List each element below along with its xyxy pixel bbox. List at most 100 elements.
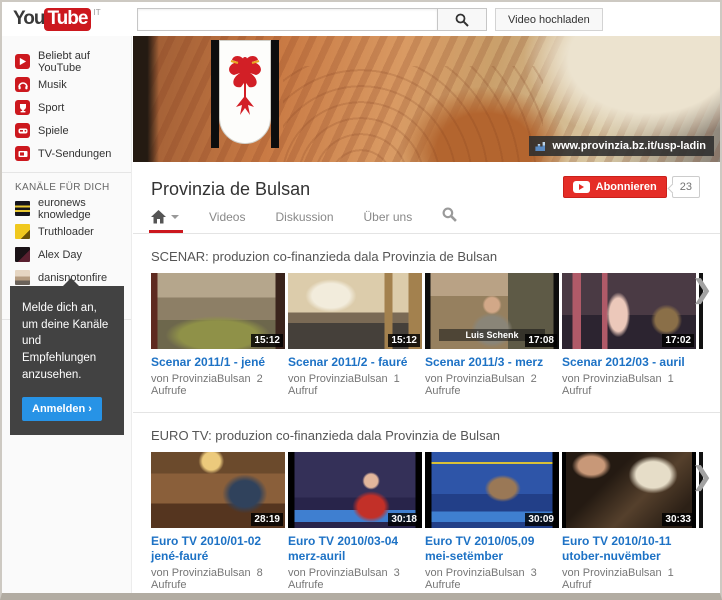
banner-website-link[interactable]: www.provinzia.bz.it/usp-ladin bbox=[529, 136, 714, 156]
sidebar-channel-alexday[interactable]: Alex Day bbox=[2, 243, 131, 266]
banner-link-text: www.provinzia.bz.it/usp-ladin bbox=[552, 140, 706, 152]
duration-badge: 17:02 bbox=[662, 334, 694, 347]
section-scenar: SCENAR: produzion co-finanzieda dala Pro… bbox=[133, 234, 720, 413]
video-title-link[interactable]: Euro TV 2010/01-02 jené-fauré bbox=[151, 534, 285, 564]
duration-badge: 30:18 bbox=[388, 513, 420, 526]
search-button[interactable] bbox=[437, 8, 487, 31]
subscribe-button[interactable]: Abonnieren bbox=[563, 176, 667, 198]
video-author-link[interactable]: von ProvinziaBulsan bbox=[288, 567, 388, 579]
video-thumbnail[interactable]: 17:02 bbox=[562, 273, 696, 349]
video-row: 28:19 Euro TV 2010/01-02 jené-fauré von … bbox=[151, 452, 720, 591]
video-author-link[interactable]: von ProvinziaBulsan bbox=[288, 373, 388, 385]
main-content: www.provinzia.bz.it/usp-ladin Provinzia … bbox=[133, 36, 720, 593]
video-row: 15:12 Scenar 2011/1 - jené von Provinzia… bbox=[151, 273, 720, 397]
video-thumbnail[interactable]: 30:18 bbox=[288, 452, 422, 528]
tyrol-eagle-shield bbox=[219, 40, 271, 144]
video-byline: von ProvinziaBulsan1 Aufruf bbox=[562, 373, 696, 397]
video-card: 17:02 Scenar 2012/03 - auril von Provinz… bbox=[562, 273, 696, 397]
video-title-link[interactable]: Euro TV 2010/10-11 utober-nuvëmber bbox=[562, 534, 696, 564]
video-card: 30:09 Euro TV 2010/05,09 mei-setëmber vo… bbox=[425, 452, 559, 591]
chevron-down-icon bbox=[171, 215, 179, 219]
video-title-link[interactable]: Scenar 2012/03 - auril bbox=[562, 355, 696, 370]
video-thumbnail[interactable]: Luis Schenk 17:08 bbox=[425, 273, 559, 349]
carousel-next-button[interactable]: ❯ bbox=[691, 463, 713, 493]
sidebar-item-label: Musik bbox=[38, 79, 67, 91]
channel-search-button[interactable] bbox=[442, 207, 457, 236]
duration-badge: 30:33 bbox=[662, 513, 694, 526]
search-icon bbox=[442, 207, 457, 222]
tab-discussion[interactable]: Diskussion bbox=[275, 210, 333, 233]
sidebar-item-tv-shows[interactable]: TV-Sendungen bbox=[2, 142, 131, 165]
video-byline: von ProvinziaBulsan2 Aufrufe bbox=[151, 373, 285, 397]
channel-avatar bbox=[15, 224, 30, 239]
video-author-link[interactable]: von ProvinziaBulsan bbox=[562, 373, 662, 385]
channel-header: Provinzia de Bulsan Abonnieren 23 bbox=[133, 162, 720, 200]
sidebar-channel-truthloader[interactable]: Truthloader bbox=[2, 220, 131, 243]
sidebar-item-sport[interactable]: Sport bbox=[2, 96, 131, 119]
channel-tab-bar: Videos Diskussion Über uns bbox=[133, 200, 720, 234]
carousel-next-button[interactable]: ❯ bbox=[691, 276, 713, 306]
youtube-logo[interactable]: YouTubeIT bbox=[13, 8, 101, 30]
channel-avatar bbox=[15, 270, 30, 285]
sign-in-button[interactable]: Anmelden › bbox=[22, 397, 102, 421]
video-title-link[interactable]: Scenar 2011/2 - fauré bbox=[288, 355, 422, 370]
music-icon bbox=[15, 77, 30, 92]
games-icon bbox=[15, 123, 30, 138]
video-author-link[interactable]: von ProvinziaBulsan bbox=[562, 567, 662, 579]
video-title-link[interactable]: Euro TV 2010/05,09 mei-setëmber bbox=[425, 534, 559, 564]
video-thumbnail[interactable]: 30:33 bbox=[562, 452, 696, 528]
channel-avatar bbox=[15, 201, 30, 216]
sidebar-item-label: TV-Sendungen bbox=[38, 148, 111, 160]
channel-banner: www.provinzia.bz.it/usp-ladin bbox=[133, 36, 720, 162]
video-thumbnail[interactable]: 30:09 bbox=[425, 452, 559, 528]
section-title: SCENAR: produzion co-finanzieda dala Pro… bbox=[151, 234, 720, 273]
top-bar: YouTubeIT Video hochladen bbox=[2, 2, 720, 36]
tab-home[interactable] bbox=[151, 210, 179, 233]
play-icon bbox=[573, 181, 590, 193]
video-card: 30:33 Euro TV 2010/10-11 utober-nuvëmber… bbox=[562, 452, 696, 591]
video-author-link[interactable]: von ProvinziaBulsan bbox=[151, 567, 251, 579]
video-thumbnail[interactable]: 28:19 bbox=[151, 452, 285, 528]
home-icon bbox=[151, 210, 166, 224]
banner-fresco-texture bbox=[283, 66, 543, 162]
tv-icon bbox=[15, 146, 30, 161]
video-title-link[interactable]: Scenar 2011/3 - merz bbox=[425, 355, 559, 370]
video-thumbnail[interactable]: 15:12 bbox=[288, 273, 422, 349]
browser-viewport: YouTubeIT Video hochladen Beliebt auf Yo… bbox=[0, 0, 722, 600]
duration-badge: 15:12 bbox=[388, 334, 420, 347]
video-card: Luis Schenk 17:08 Scenar 2011/3 - merz v… bbox=[425, 273, 559, 397]
sidebar-item-label: Beliebt auf YouTube bbox=[38, 50, 131, 74]
video-title-link[interactable]: Euro TV 2010/03-04 merz-auril bbox=[288, 534, 422, 564]
video-author-link[interactable]: von ProvinziaBulsan bbox=[425, 567, 525, 579]
search-input[interactable] bbox=[137, 8, 437, 31]
video-author-link[interactable]: von ProvinziaBulsan bbox=[425, 373, 525, 385]
channel-label: Truthloader bbox=[38, 226, 94, 238]
coat-of-arms bbox=[211, 40, 279, 148]
upload-video-button[interactable]: Video hochladen bbox=[495, 8, 603, 31]
video-author-link[interactable]: von ProvinziaBulsan bbox=[151, 373, 251, 385]
video-thumbnail[interactable]: 15:12 bbox=[151, 273, 285, 349]
eagle-icon bbox=[224, 49, 266, 137]
logo-tube-text: Tube bbox=[44, 8, 91, 31]
sidebar-item-label: Sport bbox=[38, 102, 64, 114]
video-title-link[interactable]: Scenar 2011/1 - jené bbox=[151, 355, 285, 370]
popular-icon bbox=[15, 54, 30, 69]
tab-about[interactable]: Über uns bbox=[364, 210, 413, 233]
video-card: 15:12 Scenar 2011/1 - jené von Provinzia… bbox=[151, 273, 285, 397]
sidebar-item-games[interactable]: Spiele bbox=[2, 119, 131, 142]
duration-badge: 15:12 bbox=[251, 334, 283, 347]
channel-label: Alex Day bbox=[38, 249, 82, 261]
sidebar-item-music[interactable]: Musik bbox=[2, 73, 131, 96]
video-byline: von ProvinziaBulsan2 Aufrufe bbox=[425, 373, 559, 397]
channel-label: euronews knowledge bbox=[38, 197, 131, 221]
sidebar-divider bbox=[2, 172, 131, 173]
sidebar-channel-euronews[interactable]: euronews knowledge bbox=[2, 197, 131, 220]
sidebar-item-popular[interactable]: Beliebt auf YouTube bbox=[2, 50, 131, 73]
tab-videos[interactable]: Videos bbox=[209, 210, 245, 233]
sign-in-promo: Melde dich an, um deine Kanäle und Empfe… bbox=[10, 286, 124, 435]
banner-shadow bbox=[133, 36, 159, 162]
website-favicon-icon bbox=[535, 141, 547, 151]
subscribe-area: Abonnieren 23 bbox=[563, 176, 700, 198]
logo-you-text: You bbox=[13, 8, 44, 29]
duration-badge: 28:19 bbox=[251, 513, 283, 526]
